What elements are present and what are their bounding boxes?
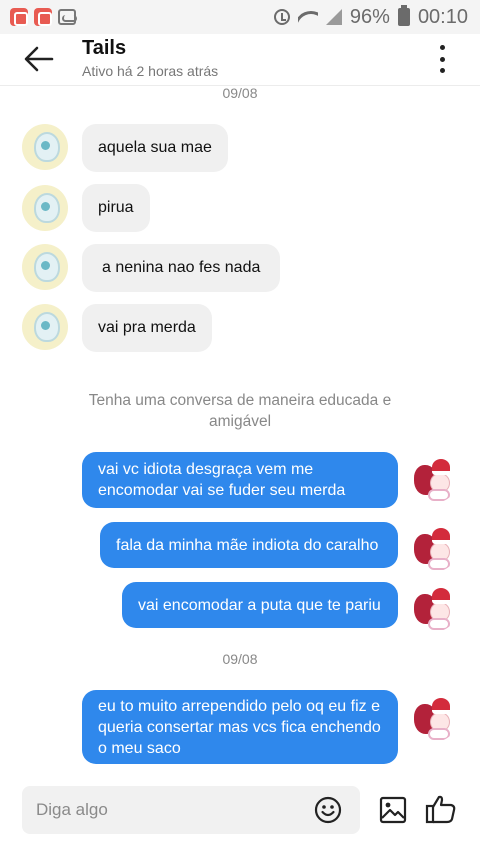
alarm-icon [273,9,290,25]
like-button[interactable] [425,793,457,825]
contact-avatar[interactable] [22,244,68,290]
emoji-button[interactable] [314,796,342,824]
thumbs-up-icon [425,795,456,824]
contact-avatar[interactable] [22,185,68,231]
incoming-message[interactable]: vai pra merda [82,304,212,352]
user-avatar[interactable] [410,694,458,742]
battery-icon [397,5,410,26]
user-avatar[interactable] [410,524,458,572]
voicemail-icon [58,9,77,25]
status-bar: 96% 00:10 [0,0,480,34]
outgoing-message[interactable]: vai encomodar a puta que te pariu [122,582,398,628]
signal-icon [325,9,342,25]
emoji-icon [314,796,342,824]
image-icon [379,796,407,824]
contact-avatar[interactable] [22,304,68,350]
back-arrow-icon [24,46,54,72]
outgoing-message[interactable]: eu to muito arrependido pelo oq eu fiz e… [82,690,398,764]
clock: 00:10 [417,5,468,28]
chat-header: Tails Ativo há 2 horas atrás [0,34,480,86]
outgoing-message[interactable]: vai vc idiota desgraça vem me encomodar … [82,452,398,508]
incoming-message[interactable]: aquela sua mae [82,124,228,172]
outgoing-message[interactable]: fala da minha mãe indiota do caralho [100,522,398,568]
notification-app-icon-2 [34,8,52,26]
status-bar-right: 96% 00:10 [273,0,468,34]
contact-avatar[interactable] [22,124,68,170]
composer-bar [0,778,480,854]
contact-name[interactable]: Tails [82,37,126,60]
notification-app-icon [10,8,28,26]
politeness-notice: Tenha uma conversa de maneira educada e … [88,392,392,430]
incoming-message[interactable]: a nenina nao fes nada [82,244,281,292]
more-vertical-icon [439,45,445,50]
composer-box [22,786,360,834]
battery-level: 96% [349,5,390,28]
contact-status: Ativo há 2 horas atrás [82,63,219,79]
user-avatar[interactable] [410,584,458,632]
image-button[interactable] [379,796,407,824]
wifi-icon [298,9,318,25]
date-separator: 09/08 [222,85,258,101]
message-input[interactable] [36,786,306,834]
more-options-button[interactable] [430,42,454,76]
date-separator: 09/08 [222,651,258,667]
incoming-message[interactable]: pirua [82,184,150,232]
back-button[interactable] [22,42,56,76]
user-avatar[interactable] [410,455,458,503]
